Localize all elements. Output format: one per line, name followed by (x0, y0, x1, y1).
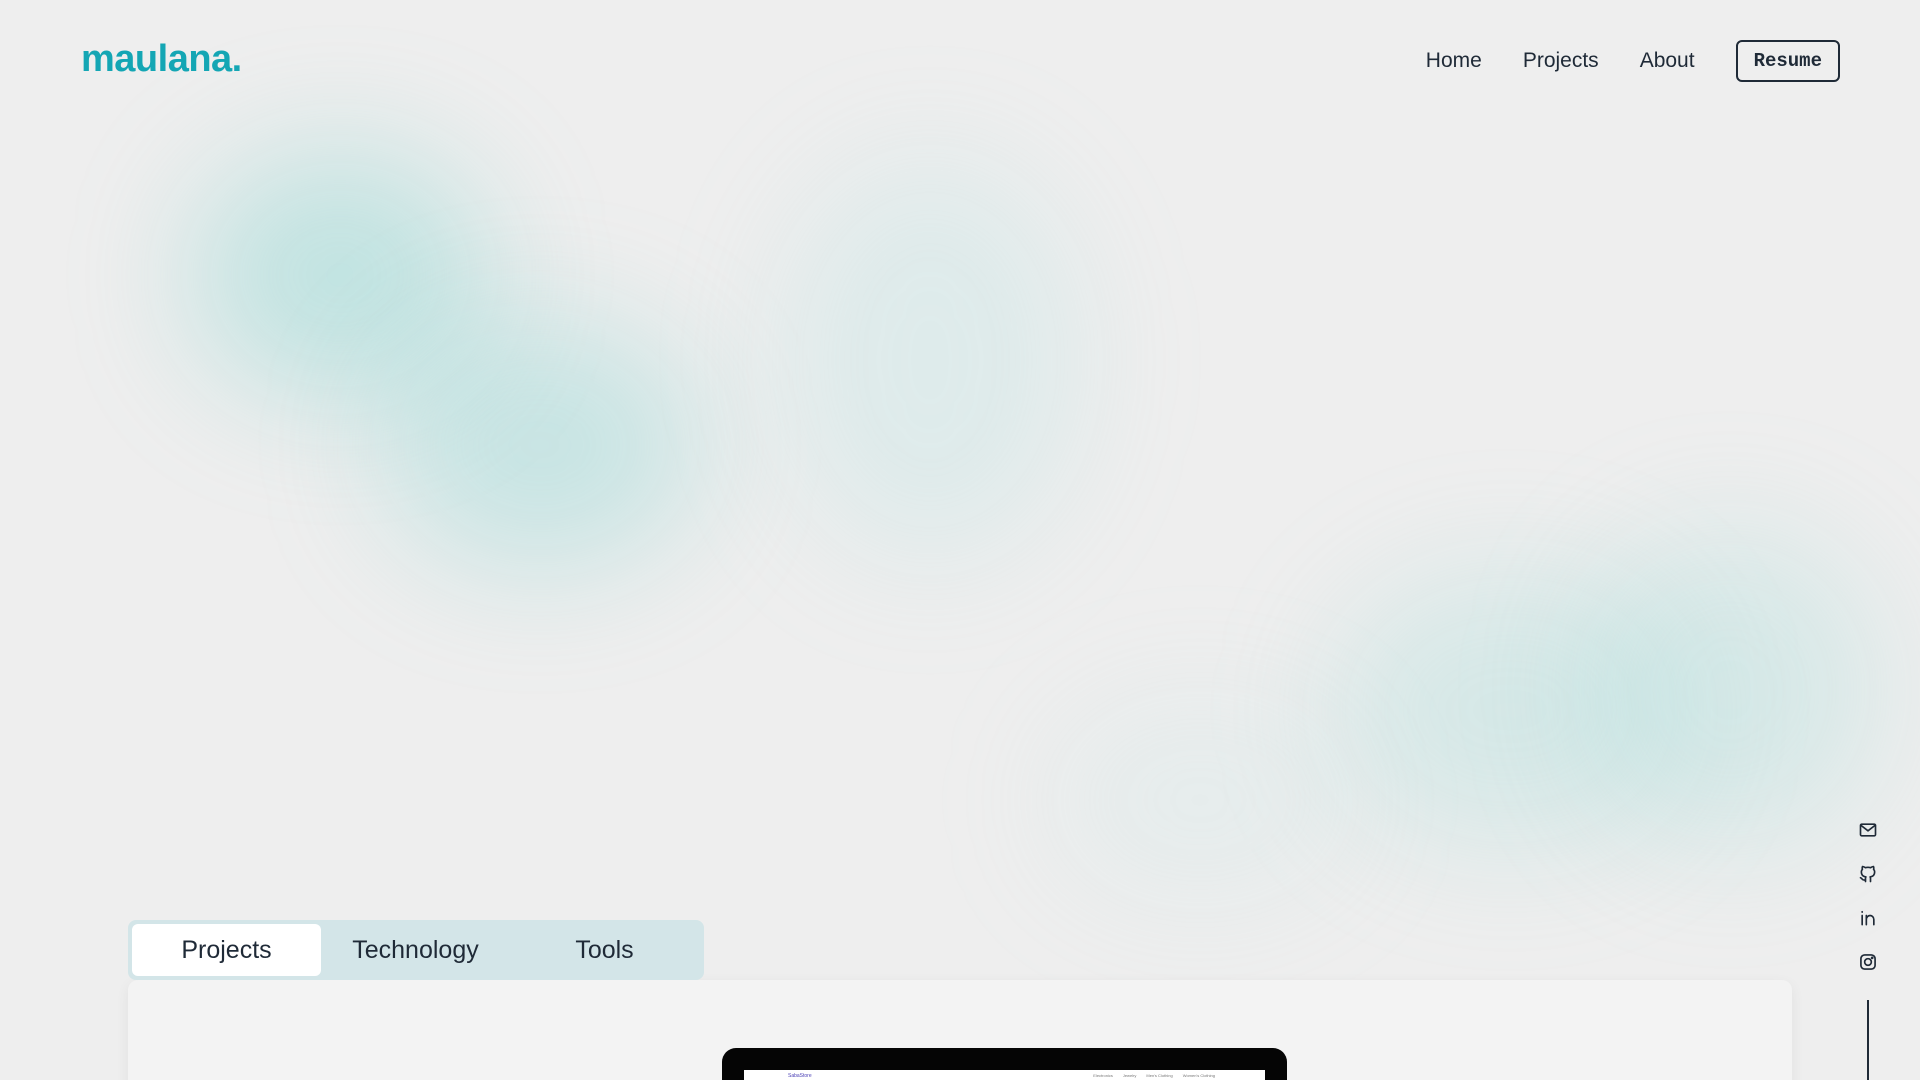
site-logo[interactable]: maulana. (81, 38, 242, 81)
background-blob (1580, 530, 1880, 850)
resume-button[interactable]: Resume (1735, 40, 1840, 82)
preview-nav: Electronics Jewelry Men's Clothing Women… (1093, 1073, 1215, 1078)
laptop-mockup: SabaStore Electronics Jewelry Men's Clot… (722, 1048, 1287, 1080)
preview-site-name: SabaStore (788, 1073, 812, 1079)
instagram-icon[interactable] (1854, 948, 1882, 976)
preview-nav-item: Women's Clothing (1182, 1073, 1215, 1078)
portfolio-page: maulana. Home Projects About Resume Proj… (0, 0, 1920, 1080)
tab-technology[interactable]: Technology (321, 924, 510, 976)
preview-nav-item: Electronics (1093, 1073, 1113, 1078)
tab-tools[interactable]: Tools (510, 924, 699, 976)
main-nav: Home Projects About Resume (1426, 40, 1840, 82)
mail-icon[interactable] (1854, 816, 1882, 844)
section-tabs: Projects Technology Tools (128, 920, 704, 980)
tab-projects[interactable]: Projects (132, 924, 321, 976)
background-blob (1050, 700, 1350, 900)
linkedin-icon[interactable] (1854, 904, 1882, 932)
project-preview-screen[interactable]: SabaStore Electronics Jewelry Men's Clot… (744, 1070, 1265, 1080)
preview-nav-item: Jewelry (1122, 1073, 1137, 1078)
background-blob (780, 160, 1080, 560)
github-icon[interactable] (1854, 860, 1882, 888)
background-blob (380, 320, 700, 570)
preview-nav-item: Men's Clothing (1146, 1073, 1173, 1078)
background-blob (1330, 570, 1690, 850)
nav-projects-link[interactable]: Projects (1523, 49, 1599, 73)
nav-home-link[interactable]: Home (1426, 49, 1482, 73)
nav-about-link[interactable]: About (1640, 49, 1695, 73)
social-divider-line (1867, 1000, 1869, 1080)
background-blob (190, 150, 490, 400)
social-links (1854, 816, 1882, 992)
